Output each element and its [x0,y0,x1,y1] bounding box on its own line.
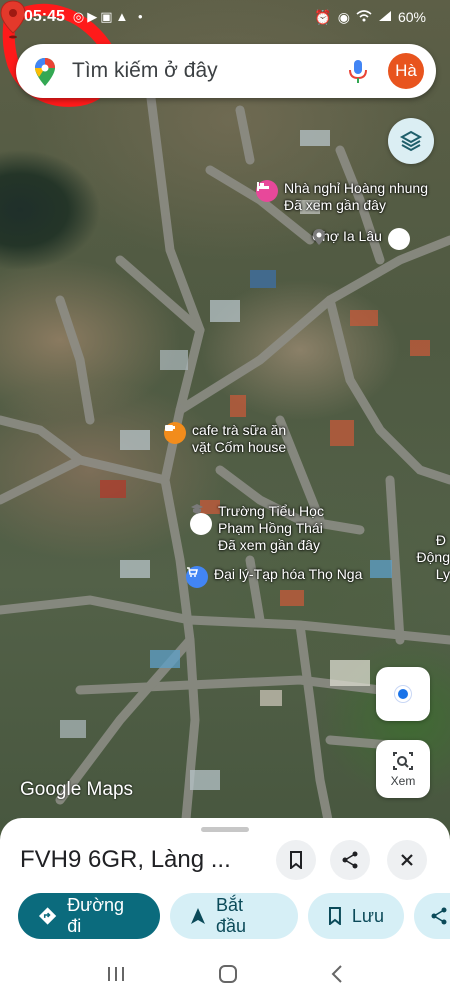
google-maps-logo-icon [34,57,56,86]
share-chip-button[interactable] [414,893,450,939]
mic-icon[interactable] [344,57,372,85]
start-navigation-button[interactable]: Bắt đầu [170,893,298,939]
place-name-2: Phạm Hồng Thái [218,520,323,536]
alarm-icon: ⏰ [314,8,332,25]
place-sub: vặt Cốm house [192,439,287,455]
status-right: ⏰ ◉ 60% [314,9,426,26]
place-truong-tieu-hoc[interactable]: Trường Tiểu Học Phạm Hồng Thái Đã xem gần … [190,503,324,554]
place-name: cafe trà sữa ăn [192,422,287,438]
drag-handle[interactable] [201,827,249,832]
coffee-icon [164,422,186,444]
directions-button[interactable]: Đường đi [18,893,160,939]
wifi-icon [356,9,372,25]
lens-button[interactable]: Xem [376,740,430,798]
camera-search-icon [393,751,413,770]
location-icon: ◉ [337,8,350,25]
place-dong-ly[interactable]: Đ Động Ly [406,532,450,583]
system-nav-bar [0,948,450,1000]
place-sub: Đã xem gần đây [218,537,320,553]
chip-label: Đường đi [67,895,125,936]
avatar[interactable]: Hà [388,53,424,89]
share-icon [342,851,358,869]
navigation-icon [190,908,205,924]
share-icon [431,907,447,925]
my-location-icon [395,686,411,702]
status-time: 05:45 [24,8,65,25]
my-location-button[interactable] [376,667,430,721]
search-input[interactable]: Tìm kiếm ở đây [72,59,344,83]
status-bar: 05:45 ◎▶▣▲ • ⏰ ◉ 60% [0,0,450,34]
place-dai-ly-tho-nga[interactable]: Đại lý-Tạp hóa Thọ Nga [186,566,362,588]
place-sub: Đã xem gần đây [284,197,386,213]
home-icon[interactable] [218,964,238,984]
recent-apps-icon[interactable] [106,965,126,983]
layers-icon [399,130,423,152]
back-icon[interactable] [330,964,344,984]
school-icon [190,504,212,535]
share-button[interactable] [330,840,370,880]
place-name: Nhà nghỉ Hoàng nhung [284,180,429,196]
place-name: Đại lý-Tạp hóa Thọ Nga [214,566,363,582]
pin-icon [313,228,410,250]
place-nha-nghi[interactable]: Nhà nghỉ Hoàng nhung Đã xem gần đây [256,180,428,214]
place-name: Trường Tiểu Học [218,503,324,519]
directions-icon [38,907,57,925]
signal-icon [378,9,392,25]
chip-label: Lưu [351,905,384,926]
place-name: Đ [435,532,446,548]
bed-icon [256,180,278,202]
place-sub: Động Ly [416,549,450,582]
close-button[interactable] [387,840,427,880]
google-maps-watermark: Google Maps [20,779,134,800]
place-cafe-com-house[interactable]: cafe trà sữa ăn vặt Cốm house [164,422,286,456]
layers-button[interactable] [388,118,434,164]
action-chips: Đường đi Bắt đầu Lưu [18,893,450,939]
close-icon [401,854,413,866]
place-title: FVH9 6GR, Làng ... [20,846,231,873]
cart-icon [186,566,208,588]
chip-label: Bắt đầu [215,895,247,936]
place-cho-ia-lau[interactable]: Chợ Ia Lâu [312,228,410,250]
search-bar[interactable]: Tìm kiếm ở đây Hà [16,44,436,98]
notification-icons: ◎▶▣▲ • [72,9,146,24]
bookmark-icon [290,851,302,869]
bookmark-icon [328,907,341,925]
battery-text: 60% [397,9,426,25]
save-button[interactable]: Lưu [308,893,404,939]
save-bookmark-button[interactable] [276,840,316,880]
lens-label: Xem [390,773,416,788]
